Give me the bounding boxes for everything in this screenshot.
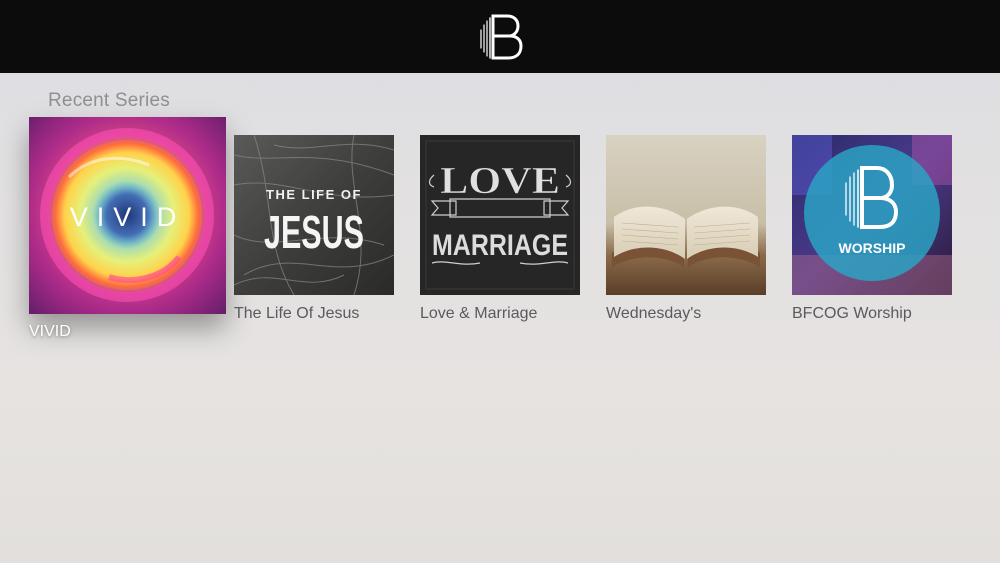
worship-art-text: WORSHIP: [839, 240, 906, 256]
series-card-wednesdays[interactable]: Wednesday's: [606, 135, 766, 330]
love-art-line2: AND: [488, 204, 512, 216]
series-artwork-wednesdays: [606, 135, 766, 295]
love-art-line3: MARRIAGE: [432, 229, 568, 262]
love-art-line1: LOVE: [440, 160, 560, 202]
top-bar: [0, 0, 1000, 73]
jesus-art-line2: JESUS: [264, 206, 364, 258]
series-artwork-vivid: VIVID: [29, 117, 226, 314]
series-card-vivid[interactable]: VIVID VIVID: [29, 117, 226, 347]
jesus-art-line1: THE LIFE OF: [266, 187, 362, 202]
series-title: VIVID: [29, 323, 71, 340]
series-title: Wednesday's: [606, 305, 702, 322]
series-artwork-love-marriage: LOVE AND MARRIAGE: [420, 135, 580, 295]
series-card-bfcog-worship[interactable]: WORSHIP BFCOG Worship: [792, 135, 952, 330]
series-card-life-of-jesus[interactable]: THE LIFE OF JESUS The Life Of Jesus: [234, 135, 394, 330]
b-logo-icon: [480, 14, 523, 60]
series-artwork-bfcog-worship: WORSHIP: [792, 135, 952, 295]
series-title: The Life Of Jesus: [234, 305, 360, 322]
section-title-recent-series: Recent Series: [48, 90, 170, 111]
series-title: BFCOG Worship: [792, 305, 912, 322]
series-card-love-marriage[interactable]: LOVE AND MARRIAGE Love & Marriage: [420, 135, 580, 330]
series-artwork-life-of-jesus: THE LIFE OF JESUS: [234, 135, 394, 295]
series-title: Love & Marriage: [420, 305, 538, 322]
vivid-art-text: VIVID: [70, 202, 186, 232]
